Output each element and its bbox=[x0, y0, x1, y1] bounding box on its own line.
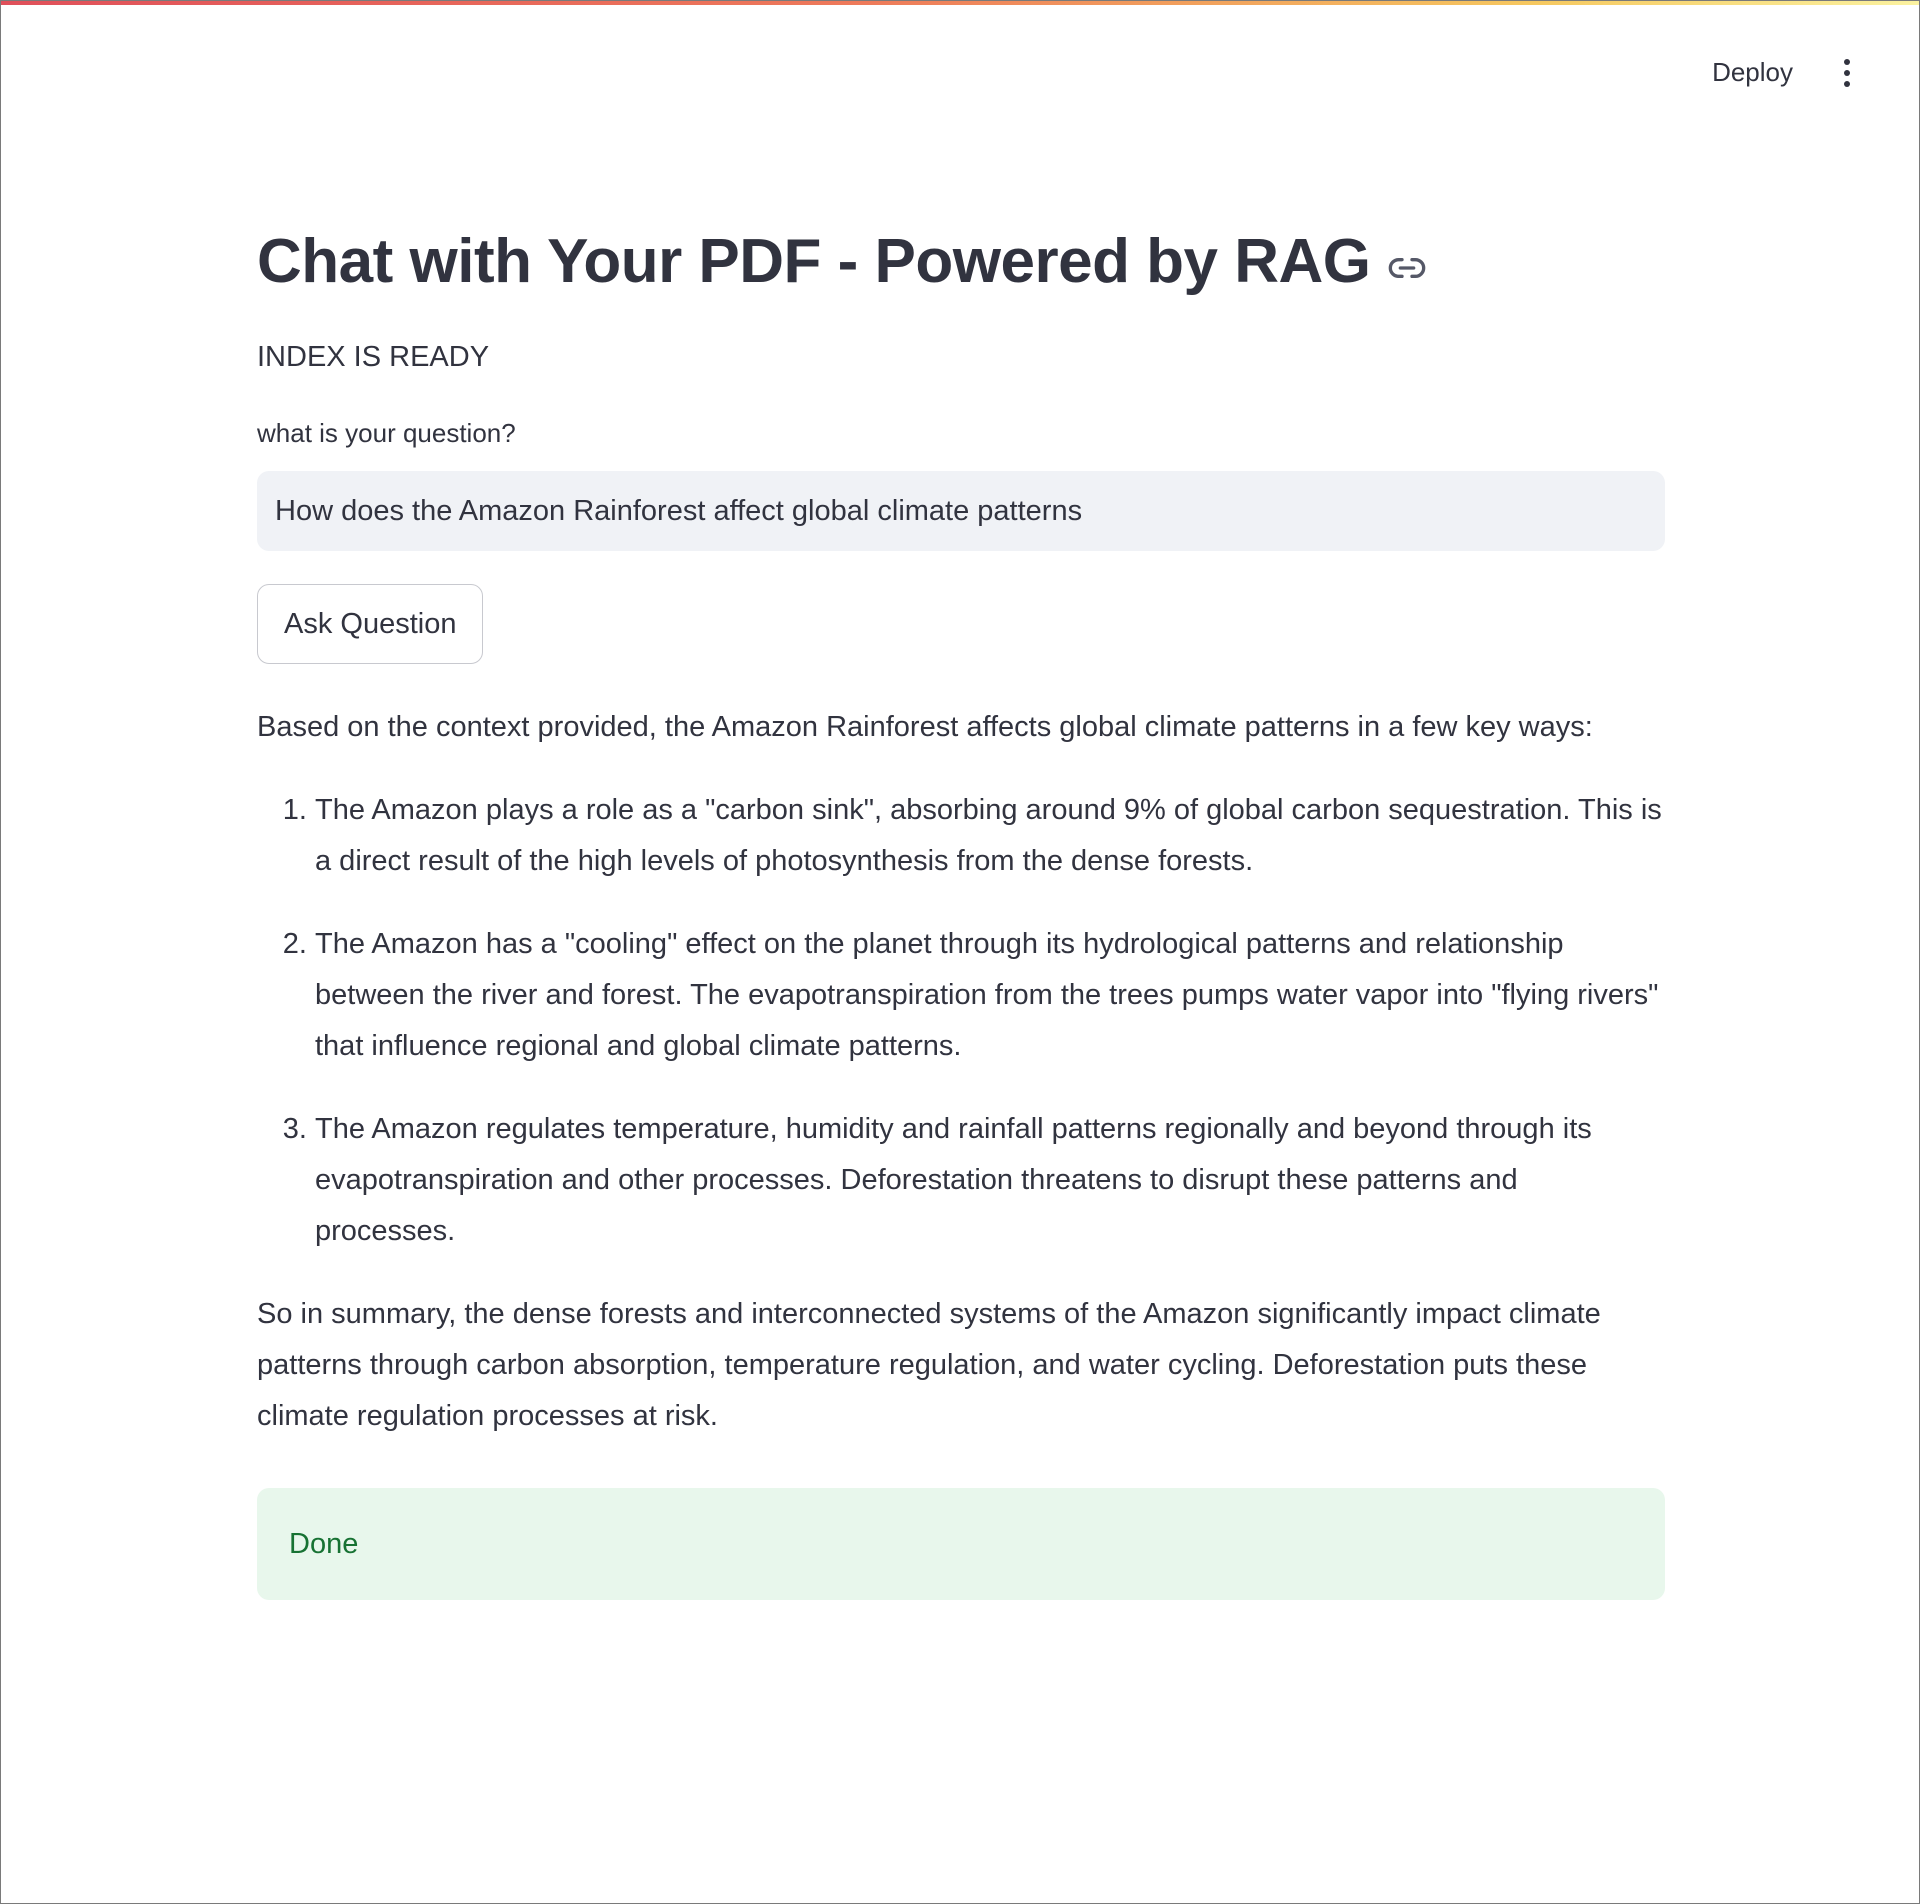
list-item: The Amazon plays a role as a "carbon sin… bbox=[315, 785, 1665, 887]
link-icon[interactable] bbox=[1387, 248, 1427, 288]
answer-block: Based on the context provided, the Amazo… bbox=[257, 702, 1665, 1442]
title-row: Chat with Your PDF - Powered by RAG bbox=[257, 221, 1665, 301]
success-alert: Done bbox=[257, 1488, 1665, 1600]
top-decoration-bar bbox=[1, 1, 1919, 5]
ask-question-button[interactable]: Ask Question bbox=[257, 584, 484, 664]
deploy-button[interactable]: Deploy bbox=[1700, 49, 1805, 96]
vertical-ellipsis-icon-dot bbox=[1844, 69, 1850, 76]
app-window: Deploy Chat with Your PDF - Powered by R… bbox=[0, 0, 1920, 1904]
question-input[interactable] bbox=[257, 471, 1665, 551]
list-item: The Amazon has a "cooling" effect on the… bbox=[315, 919, 1665, 1072]
list-item: The Amazon regulates temperature, humidi… bbox=[315, 1104, 1665, 1257]
answer-summary: So in summary, the dense forests and int… bbox=[257, 1298, 1601, 1432]
question-label: what is your question? bbox=[257, 418, 516, 448]
header-toolbar: Deploy bbox=[1700, 49, 1859, 96]
index-status-text: INDEX IS READY bbox=[257, 341, 490, 373]
main-content: Chat with Your PDF - Powered by RAG INDE… bbox=[257, 221, 1665, 1600]
vertical-ellipsis-icon bbox=[1844, 58, 1850, 65]
answer-intro: Based on the context provided, the Amazo… bbox=[257, 711, 1593, 743]
success-message: Done bbox=[289, 1527, 359, 1560]
main-menu-button[interactable] bbox=[1835, 53, 1859, 93]
answer-points-list: The Amazon plays a role as a "carbon sin… bbox=[257, 785, 1665, 1257]
vertical-ellipsis-icon-dot bbox=[1844, 80, 1850, 87]
page-title: Chat with Your PDF - Powered by RAG bbox=[257, 226, 1371, 296]
